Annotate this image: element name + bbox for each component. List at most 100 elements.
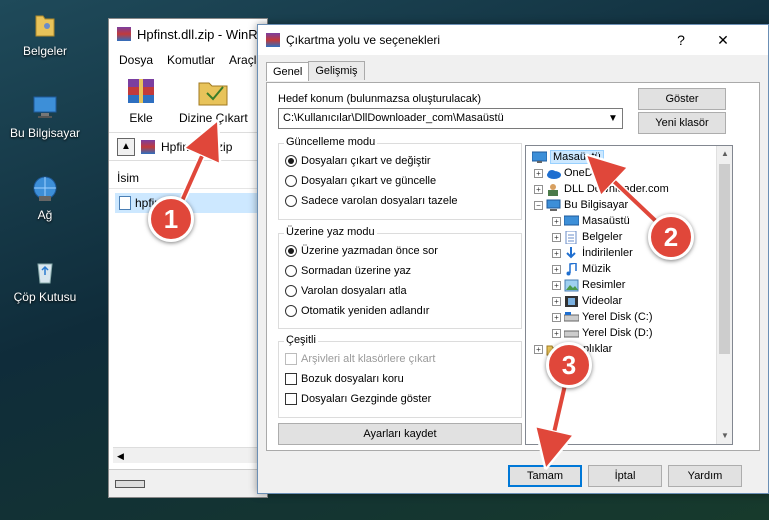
winrar-address-bar: ▲ Hpfinst.dll.zip (109, 133, 267, 161)
winrar-icon (266, 33, 280, 47)
tree-item-music[interactable]: + Müzik (552, 261, 611, 277)
winrar-title: Hpfinst.dll.zip - WinR (137, 26, 258, 42)
tree-item-label: Yerel Disk (C:) (582, 311, 653, 323)
archive-icon (141, 139, 155, 154)
expand-icon[interactable]: + (534, 168, 543, 178)
desktop-icon-network[interactable]: Ağ (5, 174, 85, 222)
checkbox-extract-to-subfolders: Arşivleri alt klasörlere çıkart (285, 353, 435, 365)
dialog-titlebar[interactable]: Çıkartma yolu ve seçenekleri ? ✕ (258, 25, 768, 55)
tree-item-label: Yerel Disk (D:) (582, 327, 653, 339)
computer-icon (30, 92, 60, 122)
new-folder-button[interactable]: Yeni klasör (638, 112, 726, 134)
checkbox-show-in-explorer[interactable]: Dosyaları Gezginde göster (285, 393, 431, 405)
tree-item-drive-d[interactable]: + Yerel Disk (D:) (552, 325, 653, 341)
expand-icon[interactable]: + (534, 184, 543, 194)
expand-icon[interactable]: + (552, 328, 561, 338)
archive-path: Hpfinst.dll.zip (161, 139, 233, 154)
extract-dialog[interactable]: Çıkartma yolu ve seçenekleri ? ✕ Genel G… (257, 24, 769, 494)
extract-to-button[interactable]: Dizine Çıkart (179, 75, 248, 132)
tree-item-downloads[interactable]: + İndirilenler (552, 245, 633, 261)
update-mode-group: Güncelleme modu Dosyaları çıkart ve deği… (278, 136, 522, 220)
checkbox-keep-broken-files[interactable]: Bozuk dosyaları koru (285, 373, 404, 385)
menu-komutlar[interactable]: Komutlar (167, 53, 215, 67)
tree-item-documents[interactable]: + Belgeler (552, 229, 622, 245)
desktop-icon (531, 151, 548, 164)
desktop-icon-recycle-bin[interactable]: Çöp Kutusu (5, 256, 85, 304)
tree-item-desktop[interactable]: Masaüstü (531, 149, 604, 165)
tab-gelismis[interactable]: Gelişmiş (308, 61, 365, 80)
tab-genel[interactable]: Genel (266, 62, 310, 81)
radio-extract-update[interactable]: Dosyaları çıkart ve güncelle (285, 175, 436, 187)
radio-ask-before-overwrite[interactable]: Üzerine yazmadan önce sor (285, 245, 438, 257)
chevron-down-icon[interactable]: ▼ (606, 109, 620, 128)
radio-freshen-existing[interactable]: Sadece varolan dosyaları tazele (285, 195, 458, 207)
horizontal-scrollbar[interactable]: ◀ (113, 447, 267, 463)
menu-dosya[interactable]: Dosya (119, 53, 153, 67)
folder-user-icon (30, 10, 60, 40)
expand-icon[interactable]: + (552, 248, 561, 258)
expand-icon[interactable]: + (534, 344, 543, 354)
winrar-menubar: Dosya Komutlar Araçla (109, 49, 267, 71)
expand-icon[interactable]: + (552, 280, 561, 290)
scroll-thumb[interactable] (719, 164, 730, 354)
save-settings-button[interactable]: Ayarları kaydet (278, 423, 522, 445)
show-button[interactable]: Göster (638, 88, 726, 110)
tree-vertical-scrollbar[interactable]: ▲ ▼ (716, 146, 732, 444)
misc-group: Çeşitli Arşivleri alt klasörlere çıkart … (278, 334, 522, 418)
winrar-window[interactable]: Hpfinst.dll.zip - WinR Dosya Komutlar Ar… (108, 18, 268, 498)
desktop-icon-this-pc[interactable]: Bu Bilgisayar (5, 92, 85, 140)
winrar-titlebar[interactable]: Hpfinst.dll.zip - WinR (109, 19, 267, 49)
expand-icon[interactable]: + (552, 216, 561, 226)
videos-icon (564, 295, 579, 308)
update-mode-title: Güncelleme modu (284, 136, 378, 148)
expand-icon[interactable]: + (552, 312, 561, 322)
expand-icon[interactable]: + (552, 296, 561, 306)
tree-item-label: Masaüstü (582, 215, 630, 227)
tree-item-user[interactable]: + DLL Downloader.com (534, 181, 669, 197)
tree-item-label: Resimler (582, 279, 626, 291)
tree-item-label: OneDrive (564, 167, 611, 179)
help-icon[interactable]: ? (666, 29, 696, 51)
tree-item-label: Videolar (582, 295, 623, 307)
radio-overwrite-without-prompt[interactable]: Sormadan üzerine yaz (285, 265, 411, 277)
drive-key-icon (115, 479, 145, 488)
expand-icon[interactable]: + (552, 232, 561, 242)
expand-icon[interactable]: + (552, 264, 561, 274)
column-header-name[interactable]: İsim (109, 167, 267, 189)
ok-button[interactable]: Tamam (508, 465, 582, 487)
dialog-tabs: Genel Gelişmiş (266, 61, 365, 81)
cancel-button[interactable]: İptal (588, 465, 662, 487)
drive-icon (563, 327, 580, 340)
up-folder-icon[interactable]: ▲ (117, 137, 135, 156)
help-button[interactable]: Yardım (668, 465, 742, 487)
computer-icon (546, 199, 561, 212)
collapse-icon[interactable]: − (534, 200, 543, 210)
folder-tree[interactable]: Masaüstü + OneDrive + DLL Downloader.com… (525, 145, 733, 445)
add-button[interactable]: Ekle (123, 75, 159, 132)
archive-add-icon (123, 75, 159, 109)
tree-item-videos[interactable]: + Videolar (552, 293, 622, 309)
close-icon[interactable]: ✕ (708, 29, 738, 51)
radio-skip-existing[interactable]: Varolan dosyaları atla (285, 285, 407, 297)
dll-file-icon (119, 196, 131, 210)
scroll-up-icon[interactable]: ▲ (717, 146, 732, 162)
tree-item-drive-c[interactable]: + Yerel Disk (C:) (552, 309, 653, 325)
radio-extract-replace[interactable]: Dosyaları çıkart ve değiştir (285, 155, 431, 167)
step-badge-3: 3 (546, 342, 592, 388)
tree-item-label: Belgeler (582, 231, 623, 243)
tree-item-this-pc[interactable]: − Bu Bilgisayar (534, 197, 628, 213)
tree-item-pictures[interactable]: + Resimler (552, 277, 625, 293)
general-tab-panel: Hedef konum (bulunmazsa oluşturulacak) C… (266, 82, 760, 451)
misc-title: Çeşitli (284, 334, 318, 346)
radio-auto-rename[interactable]: Otomatik yeniden adlandır (285, 305, 429, 317)
step-badge-2: 2 (648, 214, 694, 260)
desktop-icon-label: Ağ (37, 208, 53, 222)
tree-item-desktop-sub[interactable]: + Masaüstü (552, 213, 630, 229)
user-icon (546, 183, 561, 196)
scroll-down-icon[interactable]: ▼ (717, 428, 732, 444)
desktop-icon-documents[interactable]: Belgeler (5, 10, 85, 58)
tree-item-label: İndirilenler (582, 247, 633, 259)
desktop-icon-label: Çöp Kutusu (13, 290, 77, 304)
destination-path-combo[interactable]: C:\Kullanıcılar\DllDownloader_com\Masaüs… (278, 108, 623, 129)
tree-item-onedrive[interactable]: + OneDrive (534, 165, 610, 181)
